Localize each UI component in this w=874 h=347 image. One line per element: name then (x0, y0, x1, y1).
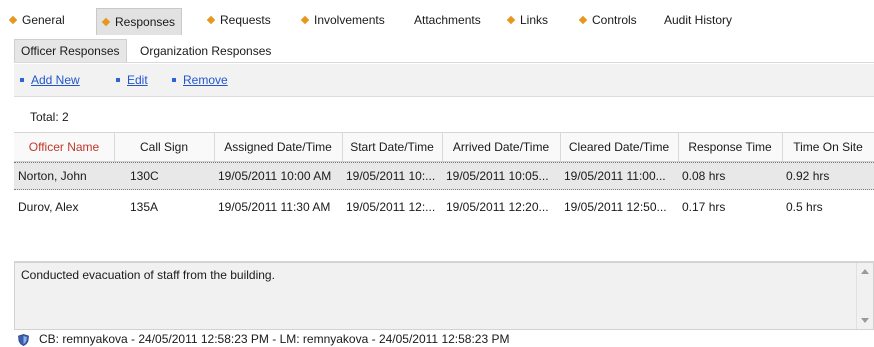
cell-response-time: 0.17 hrs (682, 200, 726, 214)
diamond-icon (300, 15, 310, 25)
cell-time-on-site: 0.92 hrs (786, 169, 830, 183)
cell-response-time: 0.08 hrs (682, 169, 726, 183)
responses-grid: Officer Name Call Sign Assigned Date/Tim… (14, 132, 874, 262)
remove-link[interactable]: Remove (172, 73, 228, 87)
diamond-icon (101, 17, 111, 27)
tab-strip: General Responses Requests Involvements … (0, 0, 874, 36)
diamond-icon (578, 15, 588, 25)
tab-controls[interactable]: Controls (578, 10, 637, 30)
tab-attachments[interactable]: Attachments (414, 10, 481, 30)
column-header-time-on-site[interactable]: Time On Site (782, 133, 874, 161)
tab-involvements[interactable]: Involvements (300, 10, 385, 30)
scroll-down-icon[interactable] (861, 318, 869, 323)
cell-officer-name: Durov, Alex (18, 200, 79, 214)
cell-start: 19/05/2011 10:... (346, 169, 436, 183)
column-header-assigned[interactable]: Assigned Date/Time (214, 133, 343, 161)
cell-start: 19/05/2011 12:... (346, 200, 436, 214)
add-new-link[interactable]: Add New (20, 73, 80, 87)
shield-icon (18, 333, 29, 346)
scroll-up-icon[interactable] (861, 269, 869, 274)
cell-cleared: 19/05/2011 11:00... (564, 169, 666, 183)
bullet-icon (116, 77, 120, 82)
column-header-arrived[interactable]: Arrived Date/Time (442, 133, 561, 161)
action-bar: Add New Edit Remove (14, 64, 874, 97)
tab-responses[interactable]: Responses (96, 8, 183, 35)
cell-call-sign: 135A (130, 200, 159, 214)
column-header-cleared[interactable]: Cleared Date/Time (560, 133, 679, 161)
column-header-officer-name[interactable]: Officer Name (14, 133, 115, 161)
diamond-icon (206, 15, 216, 25)
cell-cleared: 19/05/2011 12:50... (564, 200, 667, 214)
notes-scrollbar[interactable] (856, 263, 873, 329)
column-header-response-time[interactable]: Response Time (678, 133, 783, 161)
tab-general[interactable]: General (8, 10, 65, 30)
bullet-icon (20, 77, 24, 82)
cell-time-on-site: 0.5 hrs (786, 200, 823, 214)
audit-footer: CB: remnyakova - 24/05/2011 12:58:23 PM … (18, 331, 509, 347)
total-count: Total: 2 (30, 110, 69, 124)
cell-assigned: 19/05/2011 11:30 AM (218, 200, 331, 214)
bullet-icon (172, 77, 176, 82)
notes-text: Conducted evacuation of staff from the b… (21, 268, 275, 282)
table-row[interactable]: Durov, Alex 135A 19/05/2011 11:30 AM 19/… (14, 194, 874, 220)
diamond-icon (506, 15, 516, 25)
tab-links[interactable]: Links (506, 10, 548, 30)
cell-officer-name: Norton, John (18, 169, 87, 183)
diamond-icon (8, 15, 18, 25)
grid-header: Officer Name Call Sign Assigned Date/Tim… (14, 133, 874, 162)
subtab-organization-responses[interactable]: Organization Responses (140, 41, 271, 61)
cell-arrived: 19/05/2011 10:05... (446, 169, 549, 183)
column-header-call-sign[interactable]: Call Sign (114, 133, 215, 161)
cell-call-sign: 130C (130, 169, 159, 183)
tab-audit-history[interactable]: Audit History (664, 10, 732, 30)
notes-textarea[interactable]: Conducted evacuation of staff from the b… (14, 262, 874, 330)
tab-requests[interactable]: Requests (206, 10, 271, 30)
table-row[interactable]: Norton, John 130C 19/05/2011 10:00 AM 19… (14, 162, 874, 190)
cell-arrived: 19/05/2011 12:20... (446, 200, 549, 214)
cell-assigned: 19/05/2011 10:00 AM (218, 169, 332, 183)
edit-link[interactable]: Edit (116, 73, 148, 87)
column-header-start[interactable]: Start Date/Time (342, 133, 443, 161)
subtab-strip: Officer Responses Organization Responses (14, 38, 874, 63)
subtab-officer-responses[interactable]: Officer Responses (14, 39, 127, 62)
footer-text: CB: remnyakova - 24/05/2011 12:58:23 PM … (39, 332, 510, 346)
